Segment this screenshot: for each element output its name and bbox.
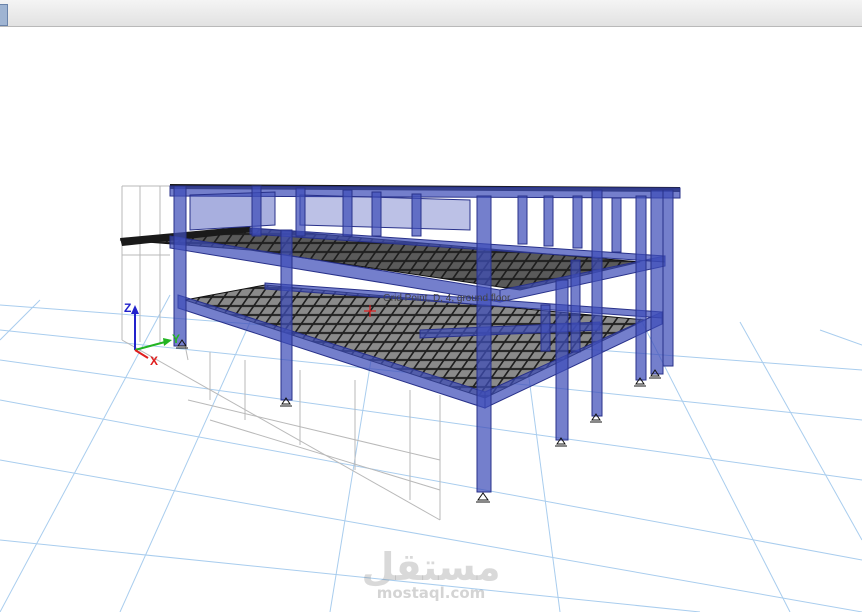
model-3d-viewport[interactable]: Grid Point, D, 4, ground floor Z Y X [0, 27, 862, 612]
window-tab-grip[interactable] [0, 4, 8, 26]
watermark-logo: مستقل [361, 545, 501, 589]
y-axis-label: Y [172, 332, 180, 346]
watermark-url: mostaql.com [376, 584, 486, 602]
z-axis-label: Z [124, 301, 131, 315]
x-axis-label: X [150, 354, 158, 368]
window-titlebar [0, 0, 862, 27]
model-canvas[interactable]: Grid Point, D, 4, ground floor Z Y X [0, 27, 862, 612]
grid-point-label: Grid Point, D, 4, ground floor [383, 293, 511, 304]
axis-triad-icon: Z Y X [124, 301, 180, 368]
